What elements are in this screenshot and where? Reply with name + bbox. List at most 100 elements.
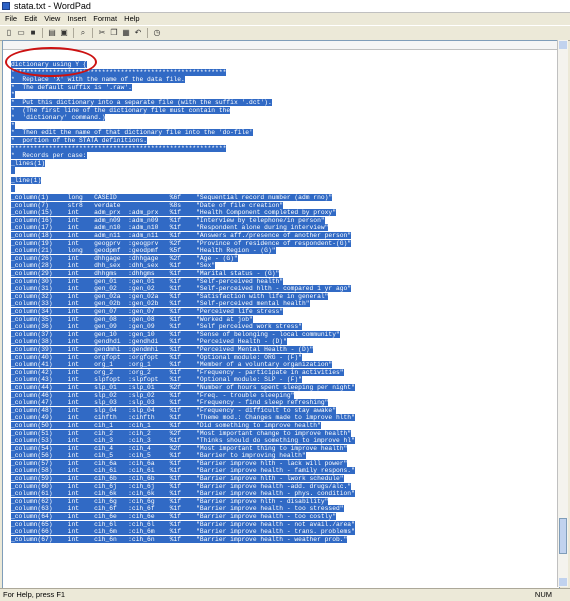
undo-icon[interactable]: ↶ bbox=[133, 28, 143, 38]
open-icon[interactable]: ▭ bbox=[16, 28, 26, 38]
code-line: _column(48) int slp_04 :slp_04 %1f "Freq… bbox=[11, 406, 355, 415]
selected-text: _column(15) int adm_prx :adm_prx %1f "He… bbox=[11, 209, 336, 217]
selected-text: * Put this dictionary into a separate fi… bbox=[11, 98, 272, 106]
selected-text: _column(33) int gen_02b :gen_02b %1f "Se… bbox=[11, 300, 310, 308]
selected-text: _column(46) int slp_02 :slp_02 %1f "Freq… bbox=[11, 391, 295, 399]
print-icon[interactable]: ▤ bbox=[47, 28, 57, 38]
menu-file[interactable]: File bbox=[5, 13, 17, 24]
selected-text: _column(49) int cihfth :cihfth %1f "Them… bbox=[11, 414, 355, 422]
code-line: _column(54) int cih_4 :cih_4 %2f "Most i… bbox=[11, 444, 355, 453]
code-line: _column(61) int cih_6k :cih_6k %1f "Barr… bbox=[11, 490, 355, 498]
selected-text: _column(65) int cih_6l :cih_6l %1f "Barr… bbox=[11, 520, 355, 528]
selected-text: _column(26) int dhhgage :dhhgage %2f "Ag… bbox=[11, 254, 238, 262]
code-line bbox=[11, 184, 355, 195]
code-line: _column(28) int dhh_sex :dhh_sex %1f "Se… bbox=[11, 262, 355, 270]
menu-bar: File Edit View Insert Format Help bbox=[0, 13, 570, 24]
selected-text: _column(38) int gendhdi :gendhdi %1f "Pe… bbox=[11, 338, 287, 346]
selected-text: _column(58) int cih_6i :cih_6i %1f "Barr… bbox=[11, 467, 355, 475]
selected-text: * Then edit the name of that dictionary … bbox=[11, 129, 253, 137]
selected-text: * Records per case: bbox=[11, 152, 87, 160]
menu-insert[interactable]: Insert bbox=[67, 13, 86, 24]
selected-text: * The default suffix is '.raw'. bbox=[11, 83, 132, 91]
menu-view[interactable]: View bbox=[44, 13, 60, 24]
code-line: _column(40) int orgfopt :orgfopt %1f "Op… bbox=[11, 353, 355, 362]
selected-text: _column(62) int cih_6g :cih_6g %1f "Barr… bbox=[11, 497, 329, 505]
copy-icon[interactable]: ❐ bbox=[109, 28, 119, 38]
selected-text: _column(39) int gendmhi :gendmhi %1f "Pe… bbox=[11, 345, 314, 353]
code-line: _column(47) int slp_03 :slp_03 %1f "Freq… bbox=[11, 399, 355, 407]
code-line: _lines(1) bbox=[11, 159, 355, 168]
code-line: _column(58) int cih_6i :cih_6i %1f "Barr… bbox=[11, 467, 355, 475]
selected-text: _column(28) int dhh_sex :dhh_sex %1f "Se… bbox=[11, 262, 216, 270]
selected-text: _column(35) int gen_08 :gen_08 %1f "Work… bbox=[11, 315, 253, 323]
selected-text: * bbox=[11, 91, 15, 99]
selected-text: _column(53) int cih_3 :cih_3 %1f "Thinks… bbox=[11, 437, 355, 445]
code-line: _column(39) int gendmhi :gendmhi %1f "Pe… bbox=[11, 345, 355, 354]
code-line: ****************************************… bbox=[11, 144, 355, 153]
selected-text: _column(61) int cih_6k :cih_6k %1f "Barr… bbox=[11, 490, 355, 498]
selected-text: * (The first line of the dictionary file… bbox=[11, 106, 231, 114]
code-line: _column(67) int cih_6n :cih_6n %1f "Barr… bbox=[11, 535, 355, 544]
code-line: _column(33) int gen_02b :gen_02b %1f "Se… bbox=[11, 300, 355, 308]
find-icon[interactable]: ⌕ bbox=[78, 28, 88, 38]
code-line: _column(17) int adm_n10 :adm_n10 %1f "Re… bbox=[11, 224, 355, 232]
scroll-up-arrow-icon[interactable] bbox=[559, 41, 567, 49]
code-line: * Records per case: bbox=[11, 152, 355, 160]
selected-text: _column(37) int gen_10 :gen_10 %1f "Sens… bbox=[11, 330, 340, 338]
selected-text: _column(40) int orgfopt :orgfopt %1f "Op… bbox=[11, 353, 302, 361]
code-line: _column(32) int gen_02a :gen_02a %1f "Sa… bbox=[11, 292, 355, 301]
selected-text: _column(60) int cih_6j :cih_6j %1f "Barr… bbox=[11, 482, 352, 490]
selected-text: _column(48) int slp_04 :slp_04 %1f "Freq… bbox=[11, 406, 336, 414]
selected-text: _column(30) int gen_01 :gen_01 %1f "Self… bbox=[11, 277, 284, 285]
date-time-icon[interactable]: ◷ bbox=[152, 28, 162, 38]
selected-text: _column(43) int slpfopt :slpfopt %1f "Op… bbox=[11, 376, 302, 384]
code-line: _line(1) bbox=[11, 176, 355, 185]
wordpad-app-icon bbox=[2, 2, 10, 10]
selected-text: _column(18) int adm_n11 :adm_n11 %1f "An… bbox=[11, 232, 352, 240]
scroll-down-arrow-icon[interactable] bbox=[559, 578, 567, 586]
code-line: _column(19) int geogprv :geogprv %2f "Pr… bbox=[11, 239, 355, 248]
selected-text: _column(32) int gen_02a :gen_02a %1f "Sa… bbox=[11, 292, 329, 300]
code-line: _column(42) int org_2 :org_2 %1f "Freque… bbox=[11, 368, 355, 377]
window-title: stata.txt - WordPad bbox=[14, 1, 91, 11]
selected-text bbox=[11, 167, 15, 175]
selected-text: ****************************************… bbox=[11, 144, 227, 152]
code-line: * (The first line of the dictionary file… bbox=[11, 106, 355, 115]
selected-text: * 'dictionary' command.) bbox=[11, 114, 106, 122]
code-line: _column(21) long geodpmf :geodpmf %5f "H… bbox=[11, 247, 355, 255]
code-line: _column(29) int dhhgms :dhhgms %1f "Mari… bbox=[11, 270, 355, 278]
selected-text: * bbox=[11, 121, 15, 129]
paste-icon[interactable]: ▦ bbox=[121, 28, 131, 38]
vertical-scrollbar[interactable] bbox=[557, 40, 568, 587]
save-icon[interactable]: ■ bbox=[28, 28, 38, 38]
cut-icon[interactable]: ✂ bbox=[97, 28, 107, 38]
code-line: _column(62) int cih_6g :cih_6g %1f "Barr… bbox=[11, 497, 355, 506]
scroll-thumb[interactable] bbox=[559, 518, 567, 554]
code-line: _column(41) int org_1 :org_1 %1f "Member… bbox=[11, 361, 355, 369]
selected-text: * Replace 'X' with the name of the data … bbox=[11, 76, 185, 84]
code-line: _column(36) int gen_09 :gen_09 %1f "Self… bbox=[11, 323, 355, 331]
toolbar-separator bbox=[92, 28, 93, 38]
status-bar: For Help, press F1 NUM bbox=[0, 588, 570, 601]
code-line bbox=[11, 167, 355, 177]
menu-edit[interactable]: Edit bbox=[24, 13, 37, 24]
code-line: * The default suffix is '.raw'. bbox=[11, 83, 355, 92]
selected-text: _column(17) int adm_n10 :adm_n10 %1f "Re… bbox=[11, 224, 329, 232]
code-line: * 'dictionary' command.) bbox=[11, 114, 355, 122]
new-icon[interactable]: ▯ bbox=[4, 28, 14, 38]
annotation-circle bbox=[5, 47, 97, 77]
code-line: _column(38) int gendhdi :gendhdi %1f "Pe… bbox=[11, 338, 355, 346]
selected-text: _column(51) int cih_2 :cih_2 %2f "Most i… bbox=[11, 429, 352, 437]
code-line: _column(60) int cih_6j :cih_6j %1f "Barr… bbox=[11, 482, 355, 491]
code-line: * Put this dictionary into a separate fi… bbox=[11, 98, 355, 107]
code-line: _column(7) str8 verdate %8s "Date of fil… bbox=[11, 201, 355, 210]
code-line: _column(65) int cih_6l :cih_6l %1f "Barr… bbox=[11, 520, 355, 529]
code-line: _column(34) int gen_07 :gen_07 %1f "Perc… bbox=[11, 308, 355, 316]
print-preview-icon[interactable]: ▣ bbox=[59, 28, 69, 38]
menu-help[interactable]: Help bbox=[124, 13, 139, 24]
code-line: * portion of the STATA definitions. bbox=[11, 136, 355, 145]
menu-format[interactable]: Format bbox=[93, 13, 117, 24]
document-area[interactable]: dictionary using Y {********************… bbox=[2, 40, 560, 589]
selected-text: _column(67) int cih_6n :cih_6n %1f "Barr… bbox=[11, 535, 348, 543]
code-line: * Replace 'X' with the name of the data … bbox=[11, 76, 355, 84]
